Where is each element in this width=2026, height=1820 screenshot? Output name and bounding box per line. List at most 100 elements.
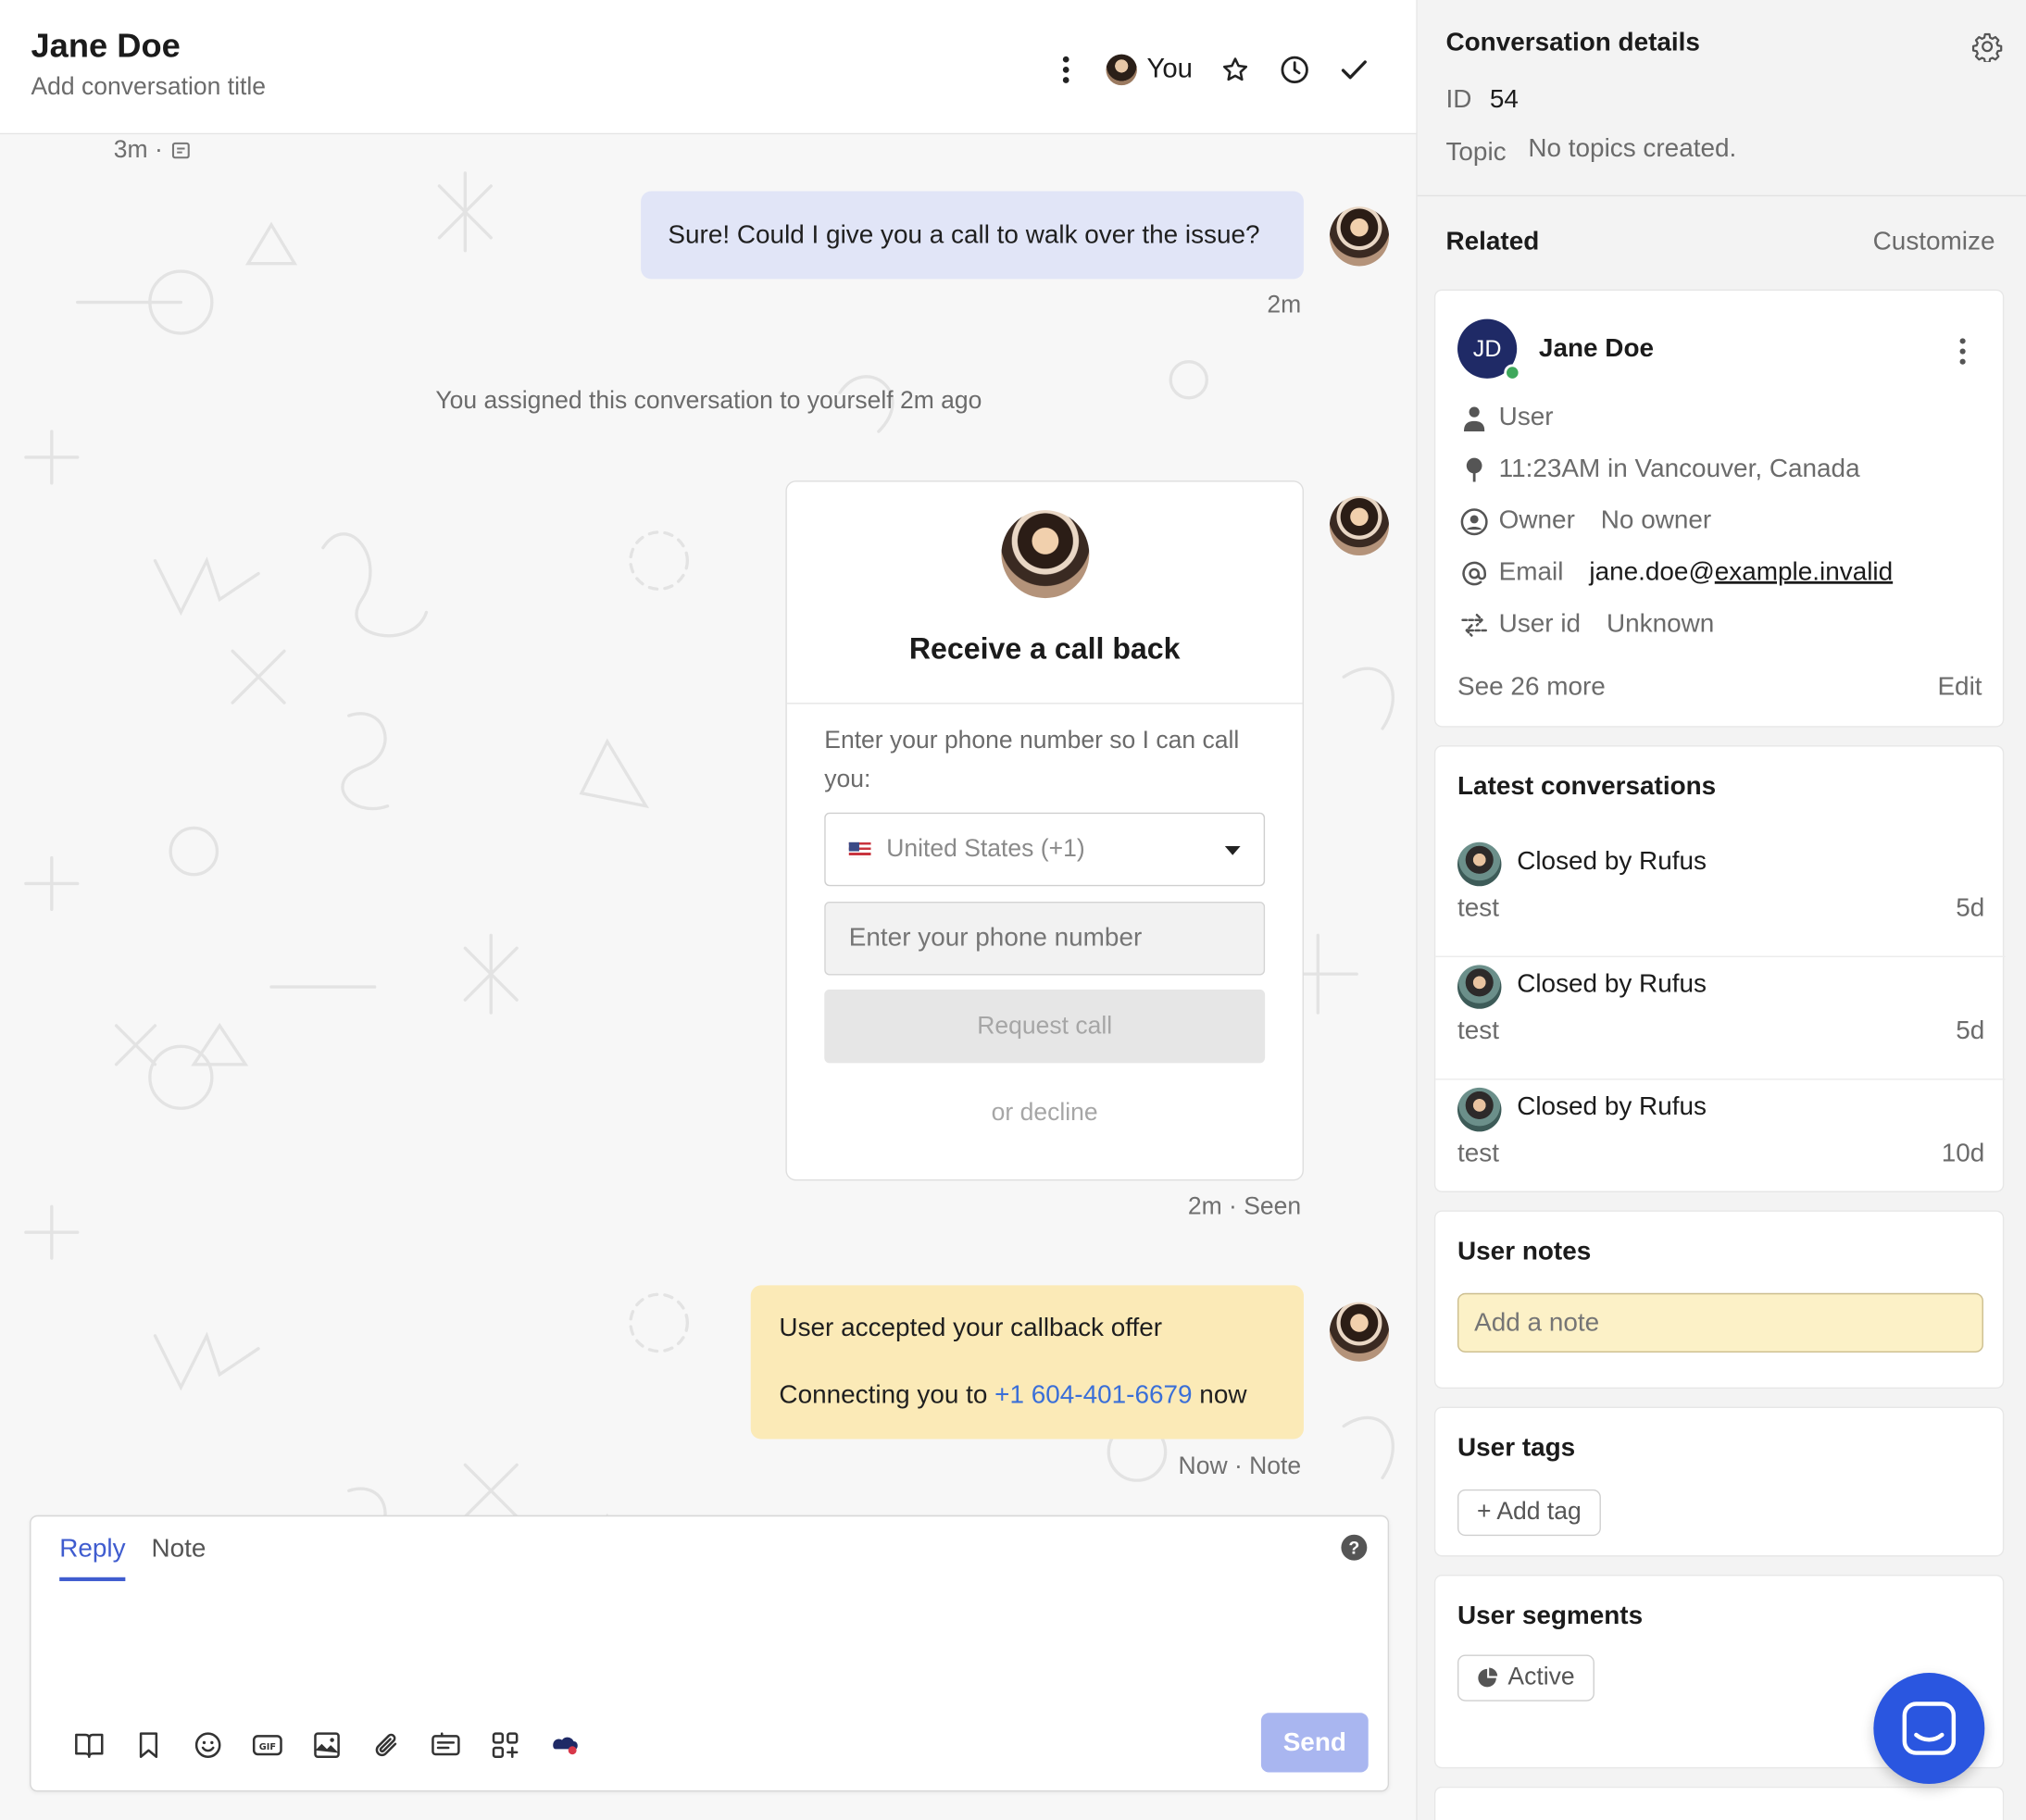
user-card: JD Jane Doe User 11:23AM in Vancouver, C… — [1433, 289, 2005, 728]
customize-link[interactable]: Customize — [1873, 228, 1995, 257]
more-options-icon[interactable] — [1036, 44, 1095, 95]
reply-composer[interactable]: Reply Note ? GIF Send — [30, 1515, 1390, 1792]
note-line-accepted: User accepted your callback offer — [779, 1314, 1163, 1342]
agent-avatar — [1329, 495, 1390, 556]
conversation-preview: test — [1457, 893, 1500, 923]
emoji-icon[interactable] — [179, 1726, 238, 1764]
owner-icon — [1457, 507, 1491, 536]
add-note-input[interactable] — [1457, 1292, 1983, 1353]
callback-title: Receive a call back — [908, 631, 1181, 666]
earlier-stamp-text: 3m · — [113, 136, 163, 165]
country-code-select[interactable]: United States (+1) — [824, 812, 1266, 887]
message-timestamp: 2m — [1267, 292, 1302, 319]
id-label: ID — [1445, 85, 1472, 114]
callback-card-stamp: 2m · Seen — [1187, 1193, 1302, 1221]
assignee-label: You — [1146, 54, 1193, 84]
conversation-preview: test — [1457, 1139, 1500, 1168]
segment-label: Active — [1507, 1664, 1575, 1691]
at-sign-icon — [1457, 560, 1491, 586]
segment-chip-active[interactable]: Active — [1457, 1654, 1595, 1702]
callback-prompt: Enter your phone number so I can call yo… — [824, 727, 1240, 793]
owner-label: Owner — [1498, 505, 1575, 535]
user-notes-title: User notes — [1457, 1237, 1592, 1266]
tab-note[interactable]: Note — [151, 1535, 206, 1581]
gif-icon[interactable]: GIF — [238, 1726, 297, 1764]
add-conversation-title[interactable]: Add conversation title — [31, 74, 266, 103]
conversation-status: Closed by Rufus — [1517, 969, 1707, 999]
phone-number-link[interactable]: +1 604-401-6679 — [994, 1381, 1192, 1410]
send-button[interactable]: Send — [1260, 1713, 1369, 1773]
note-stamp: Now · Note — [1178, 1452, 1302, 1481]
conversation-age: 5d — [1956, 1016, 1985, 1045]
userid-label: User id — [1498, 609, 1582, 639]
conversation-age: 5d — [1956, 893, 1985, 923]
userid-value[interactable]: Unknown — [1607, 610, 1714, 640]
note-bubble-callback-accepted: User accepted your callback offer Connec… — [750, 1285, 1304, 1440]
conversation-topic: Topic No topics created. — [1445, 134, 1736, 167]
assignee-avatar — [1105, 54, 1137, 86]
user-tags-panel: User tags + Add tag — [1433, 1406, 2005, 1557]
image-icon[interactable] — [297, 1726, 356, 1764]
message-bubble-call-offer: Sure! Could I give you a call to walk ov… — [641, 191, 1304, 280]
earlier-message-stamp: 3m · — [114, 137, 192, 166]
integration-icon[interactable] — [535, 1726, 594, 1764]
location-pin-icon — [1457, 456, 1491, 482]
header-toolbar: You — [1036, 44, 1384, 95]
country-code-value: United States (+1) — [886, 835, 1085, 863]
close-conversation-check-icon[interactable] — [1324, 44, 1383, 95]
edit-attributes-link[interactable]: Edit — [1937, 673, 1982, 703]
conversation-avatar — [1457, 965, 1502, 1009]
callback-card-header: Receive a call back — [786, 481, 1303, 704]
messenger-launcher-icon[interactable] — [1873, 1673, 1985, 1785]
callback-agent-avatar — [1001, 510, 1090, 599]
list-item[interactable]: Closed by Rufus test 5d — [1435, 957, 2006, 1080]
phone-number-input[interactable] — [824, 901, 1266, 976]
related-heading: Related — [1445, 227, 1540, 256]
role-value: User — [1498, 403, 1554, 432]
conversation-id: ID 54 — [1445, 85, 1518, 115]
latest-conversations-title: Latest conversations — [1457, 772, 1717, 802]
attachment-icon[interactable] — [356, 1726, 416, 1764]
user-notes-panel: User notes — [1433, 1210, 2005, 1390]
see-more-attributes-link[interactable]: See 26 more — [1457, 673, 1606, 703]
gear-icon[interactable] — [1971, 31, 2003, 68]
help-icon[interactable]: ? — [1341, 1534, 1368, 1561]
chevron-down-icon — [1224, 845, 1241, 855]
attr-location: 11:23AM in Vancouver, Canada — [1457, 455, 1860, 484]
owner-value[interactable]: No owner — [1601, 506, 1711, 536]
attr-role: User — [1457, 403, 1554, 432]
assignee-selector[interactable]: You — [1105, 54, 1193, 86]
apps-icon[interactable] — [476, 1726, 535, 1764]
pie-segment-icon — [1478, 1667, 1498, 1688]
latest-conversations-panel: Latest conversations Closed by Rufus tes… — [1433, 745, 2006, 1192]
tab-reply[interactable]: Reply — [59, 1535, 126, 1581]
list-item[interactable]: Closed by Rufus test 10d — [1435, 1080, 2005, 1203]
svg-text:GIF: GIF — [259, 1742, 276, 1752]
conversation-status: Closed by Rufus — [1517, 847, 1707, 877]
composer-tabs: Reply Note — [59, 1535, 206, 1581]
book-icon[interactable] — [59, 1726, 119, 1764]
composer-toolbar: GIF — [59, 1726, 594, 1764]
email-value[interactable]: jane.doe@example.invalid — [1589, 558, 1893, 588]
add-tag-button[interactable]: + Add tag — [1457, 1489, 1601, 1537]
list-item[interactable]: Closed by Rufus test 5d — [1435, 834, 2006, 957]
local-time-value: 11:23AM in Vancouver, Canada — [1498, 455, 1860, 483]
request-call-button[interactable]: Request call — [824, 989, 1266, 1064]
attr-owner: Owner No owner — [1457, 506, 1711, 536]
topic-label: Topic — [1445, 138, 1507, 168]
agent-avatar — [1329, 206, 1390, 267]
swap-arrows-icon — [1457, 612, 1491, 638]
user-name[interactable]: Jane Doe — [1539, 334, 1654, 364]
star-icon[interactable] — [1206, 44, 1265, 95]
conversation-details-pane: Conversation details ID 54 Topic No topics… — [1417, 0, 2026, 1820]
bookmark-icon[interactable] — [119, 1726, 178, 1764]
snooze-clock-icon[interactable] — [1265, 44, 1324, 95]
decline-link[interactable]: or decline — [787, 1099, 1303, 1128]
message-text: Sure! Could I give you a call to walk ov… — [668, 220, 1260, 250]
note-line-connecting: Connecting you to +1 604-401-6679 now — [779, 1378, 1275, 1412]
user-more-options-icon[interactable] — [1958, 337, 1966, 372]
conversation-pane: Jane Doe Add conversation title You 3m · — [0, 0, 1418, 1820]
topic-value[interactable]: No topics created. — [1528, 134, 1736, 164]
conversation-contact-name[interactable]: Jane Doe — [31, 26, 180, 66]
article-icon[interactable] — [416, 1726, 475, 1764]
